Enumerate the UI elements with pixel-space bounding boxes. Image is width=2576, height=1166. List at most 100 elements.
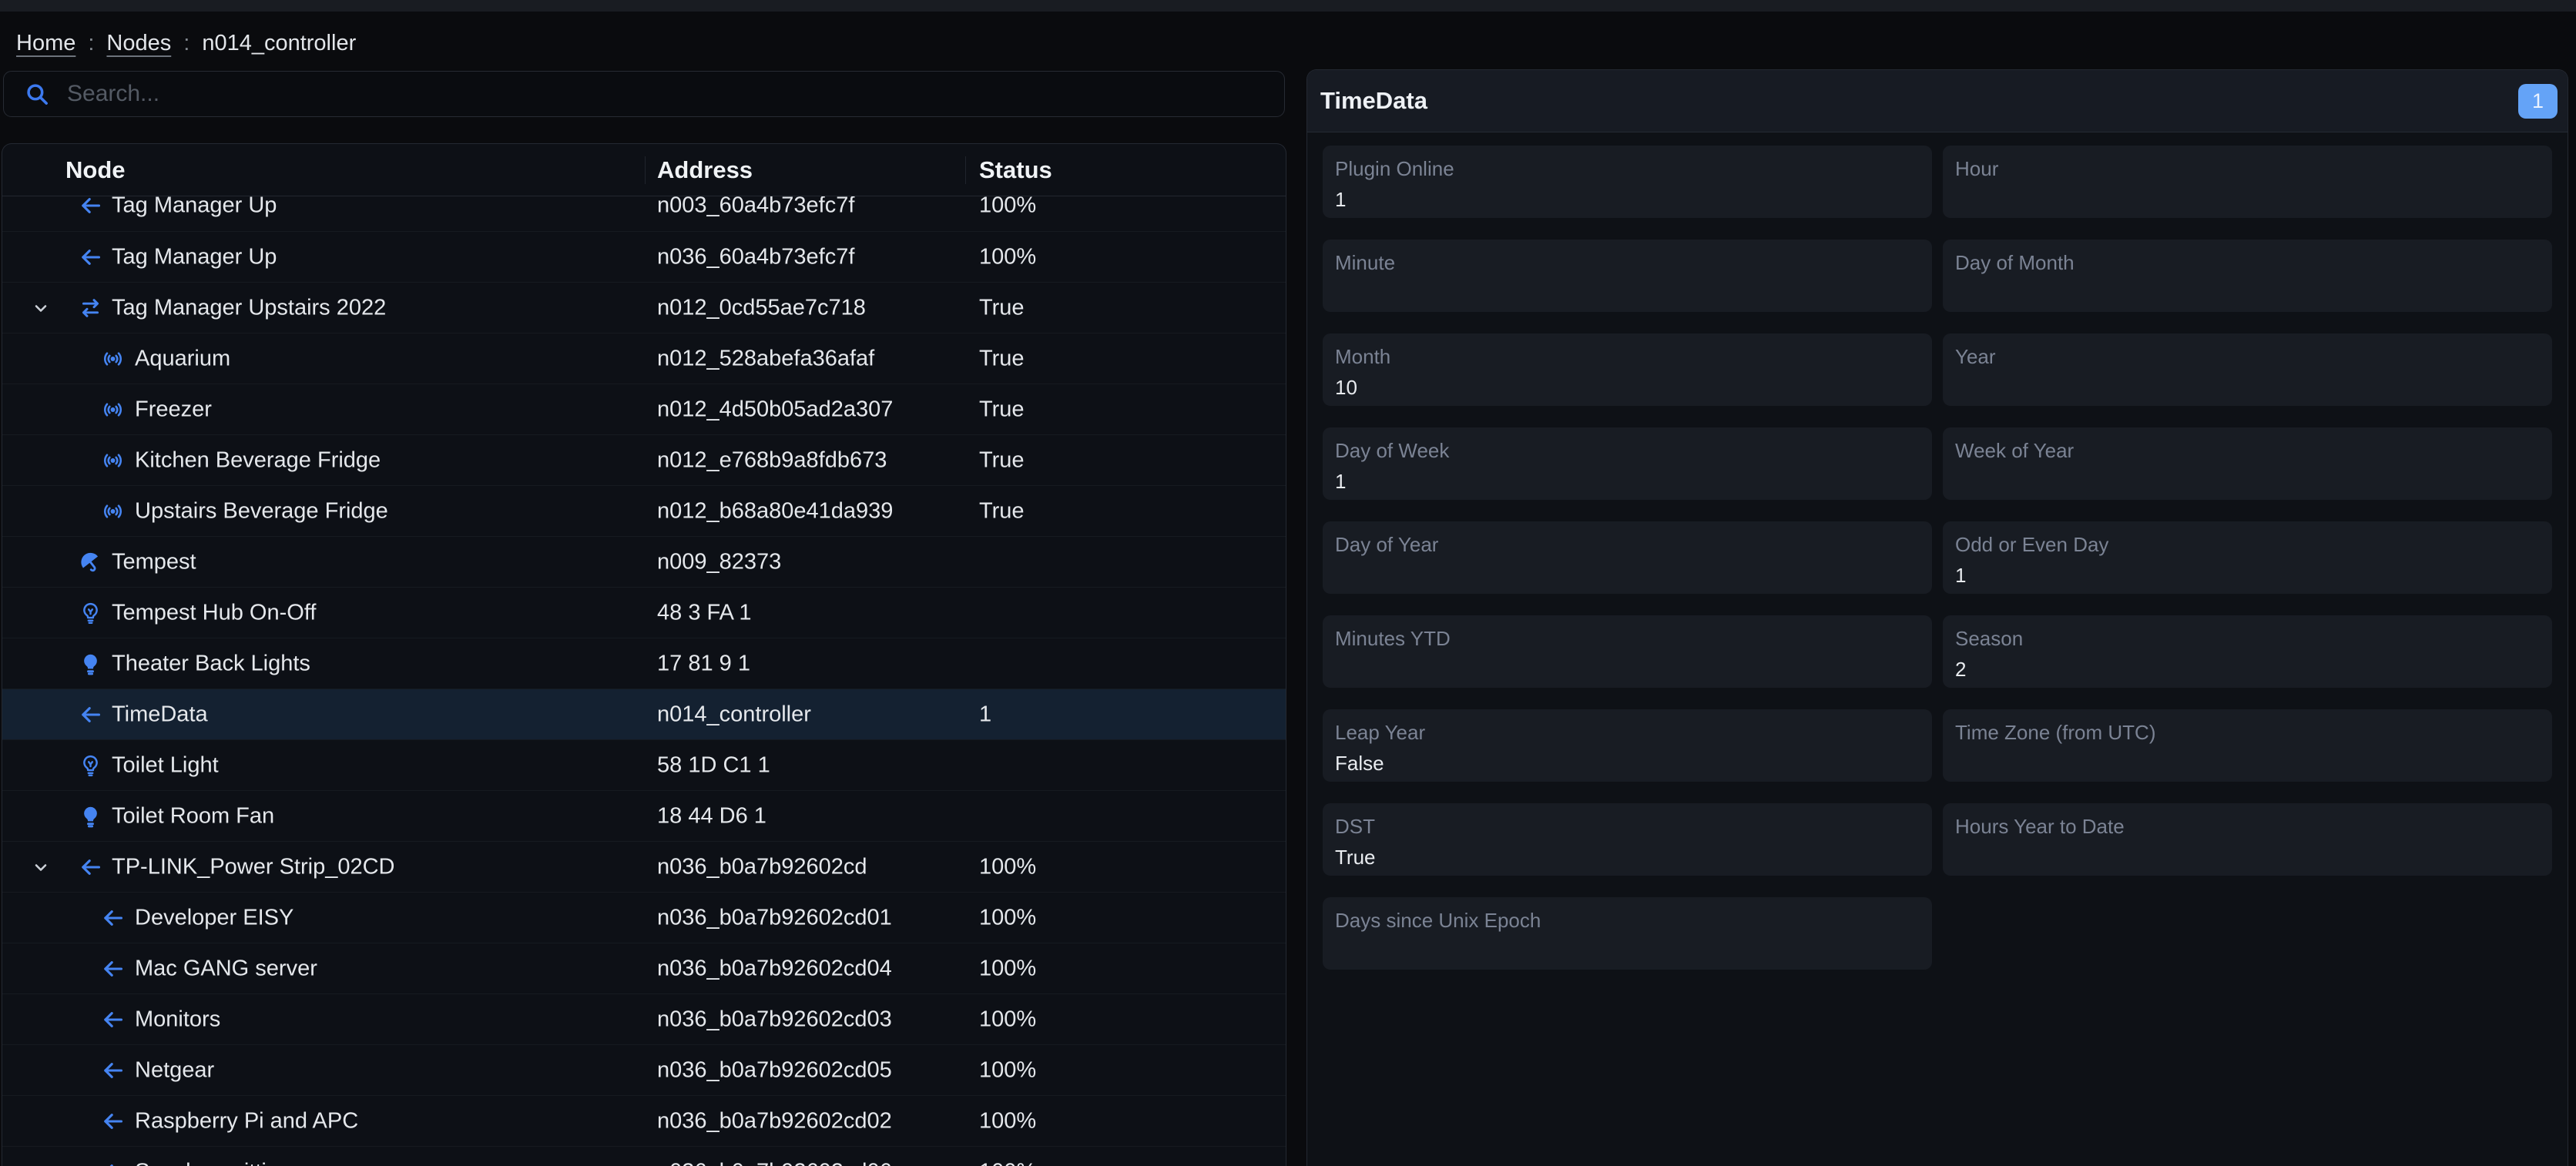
property-label: Days since Unix Epoch — [1335, 909, 1541, 933]
node-address: n036_b0a7b92602cd01 — [657, 905, 892, 930]
node-status: 100% — [979, 854, 1036, 880]
arrow-left-icon — [79, 196, 102, 218]
node-status: 100% — [979, 956, 1036, 981]
column-divider — [645, 156, 646, 184]
property-value: False — [1335, 752, 1384, 776]
table-row[interactable]: Mac GANG server n036_b0a7b92602cd04 100% — [2, 943, 1286, 993]
property-value: 1 — [1335, 188, 1346, 212]
breadcrumb-nodes-link[interactable]: Nodes — [106, 31, 171, 56]
table-row[interactable]: Netgear n036_b0a7b92602cd05 100% — [2, 1044, 1286, 1095]
node-address: n012_e768b9a8fdb673 — [657, 447, 887, 473]
column-header-status: Status — [979, 156, 1052, 184]
table-row[interactable]: Tag Manager Upstairs 2022 n012_0cd55ae7c… — [2, 282, 1286, 333]
property-value: True — [1335, 846, 1376, 869]
table-row[interactable]: Freezer n012_4d50b05ad2a307 True — [2, 384, 1286, 434]
chevron-down-icon[interactable] — [32, 858, 50, 876]
node-address: n036_b0a7b92602cd — [657, 854, 867, 880]
transfer-icon — [79, 296, 102, 320]
property-card: Year — [1943, 333, 2552, 406]
property-card: Season 2 — [1943, 615, 2552, 688]
property-card: Day of Year — [1323, 521, 1932, 594]
timedata-panel: TimeData 1 Plugin Online 1 Hour Minute D… — [1306, 69, 2568, 1166]
property-label: Minutes YTD — [1335, 627, 1451, 651]
node-status: True — [979, 447, 1025, 473]
chevron-down-icon[interactable] — [32, 299, 50, 317]
node-name: Monitors — [135, 1007, 220, 1032]
property-card: Plugin Online 1 — [1323, 146, 1932, 218]
bulb-filled-icon — [79, 652, 102, 675]
node-name: Toilet Light — [112, 752, 219, 778]
node-name: Synology sitting — [135, 1159, 291, 1166]
table-row[interactable]: Aquarium n012_528abefa36afaf True — [2, 333, 1286, 384]
breadcrumb-separator: : — [88, 31, 94, 56]
table-row[interactable]: Synology sitting n036_b0a7b92602cd06 100… — [2, 1146, 1286, 1166]
property-value: 1 — [1955, 564, 1966, 588]
node-name: Aquarium — [135, 346, 230, 371]
timedata-panel-header: TimeData 1 — [1307, 70, 2568, 132]
table-row[interactable]: Tag Manager Up n036_60a4b73efc7f 100% — [2, 231, 1286, 282]
node-status: 100% — [979, 1159, 1036, 1166]
table-row[interactable]: Toilet Light 58 1D C1 1 — [2, 739, 1286, 790]
node-status: 100% — [979, 905, 1036, 930]
table-row[interactable]: Monitors n036_b0a7b92602cd03 100% — [2, 993, 1286, 1044]
table-row[interactable]: TP-LINK_Power Strip_02CD n036_b0a7b92602… — [2, 841, 1286, 892]
node-name: Mac GANG server — [135, 956, 317, 981]
table-row[interactable]: Tag Manager Up n003_60a4b73efc7f 100% — [2, 196, 1286, 231]
table-row[interactable]: Upstairs Beverage Fridge n012_b68a80e41d… — [2, 485, 1286, 536]
node-status: 100% — [979, 1007, 1036, 1032]
table-row[interactable]: Kitchen Beverage Fridge n012_e768b9a8fdb… — [2, 434, 1286, 485]
property-value: 10 — [1335, 376, 1357, 400]
search-input[interactable] — [67, 81, 1284, 107]
property-card: Leap Year False — [1323, 709, 1932, 782]
property-label: Odd or Even Day — [1955, 533, 2108, 557]
table-row[interactable]: Toilet Room Fan 18 44 D6 1 — [2, 790, 1286, 841]
property-card-grid: Plugin Online 1 Hour Minute Day of Month… — [1307, 132, 2568, 985]
node-address: n036_b0a7b92602cd03 — [657, 1007, 892, 1032]
property-label: Day of Month — [1955, 251, 2075, 275]
property-label: Season — [1955, 627, 2023, 651]
property-label: Minute — [1335, 251, 1395, 275]
node-address: n036_60a4b73efc7f — [657, 244, 854, 270]
table-row[interactable]: Tempest Hub On-Off 48 3 FA 1 — [2, 587, 1286, 638]
node-name: Theater Back Lights — [112, 651, 310, 676]
property-value: 1 — [1335, 470, 1346, 494]
table-row[interactable]: TimeData n014_controller 1 — [2, 689, 1286, 739]
node-address: n012_b68a80e41da939 — [657, 498, 893, 524]
table-row[interactable]: Tempest n009_82373 — [2, 536, 1286, 587]
node-name: Kitchen Beverage Fridge — [135, 447, 381, 473]
node-name: Tempest — [112, 549, 196, 575]
table-row[interactable]: Theater Back Lights 17 81 9 1 — [2, 638, 1286, 689]
property-card: DST True — [1323, 803, 1932, 876]
node-name: Freezer — [135, 397, 212, 422]
arrow-left-icon — [101, 957, 125, 980]
node-address: n014_controller — [657, 702, 811, 727]
property-card: Day of Week 1 — [1323, 427, 1932, 500]
node-status: True — [979, 295, 1025, 320]
wireless-icon — [101, 397, 125, 421]
node-address: 17 81 9 1 — [657, 651, 750, 676]
property-card: Day of Month — [1943, 240, 2552, 312]
node-address: n003_60a4b73efc7f — [657, 196, 854, 219]
node-address: 18 44 D6 1 — [657, 803, 766, 829]
node-name: Tag Manager Up — [112, 196, 277, 219]
property-label: Leap Year — [1335, 721, 1425, 745]
property-label: DST — [1335, 815, 1375, 839]
property-label: Hours Year to Date — [1955, 815, 2125, 839]
node-name: TimeData — [112, 702, 208, 727]
property-card: Days since Unix Epoch — [1323, 897, 1932, 970]
node-status: 100% — [979, 244, 1036, 270]
node-name: Tag Manager Upstairs 2022 — [112, 295, 386, 320]
node-name: Netgear — [135, 1057, 214, 1083]
table-row[interactable]: Developer EISY n036_b0a7b92602cd01 100% — [2, 892, 1286, 943]
node-name: Upstairs Beverage Fridge — [135, 498, 388, 524]
window-top-strip — [0, 0, 2576, 12]
breadcrumb-home-link[interactable]: Home — [16, 31, 75, 56]
node-name: Raspberry Pi and APC — [135, 1108, 358, 1134]
node-address: n036_b0a7b92602cd02 — [657, 1108, 892, 1134]
node-status: True — [979, 498, 1025, 524]
property-label: Week of Year — [1955, 439, 2074, 463]
table-row[interactable]: Raspberry Pi and APC n036_b0a7b92602cd02… — [2, 1095, 1286, 1146]
property-card: Hours Year to Date — [1943, 803, 2552, 876]
arrow-left-icon — [101, 1058, 125, 1082]
property-label: Day of Week — [1335, 439, 1449, 463]
